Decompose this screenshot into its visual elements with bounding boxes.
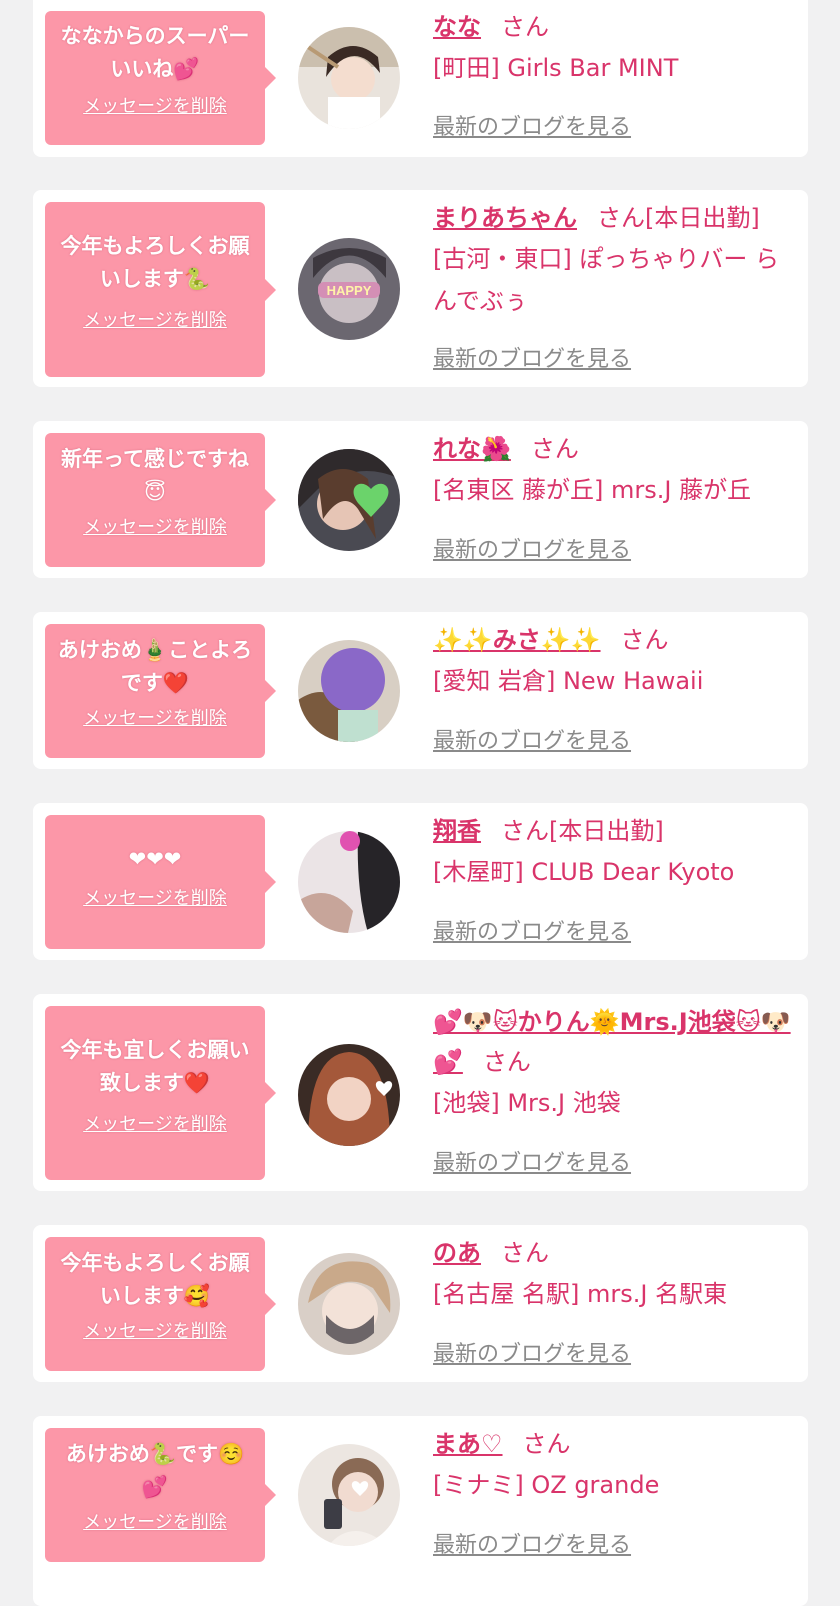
shop-name: [古河・東口] ぽっちゃりバー らんでぶぅ [433,245,779,315]
shop-name: [木屋町] CLUB Dear Kyoto [433,858,735,886]
shop-name: [名古屋 名駅] mrs.J 名駅東 [433,1280,728,1308]
avatar[interactable] [298,831,400,933]
delete-message-link[interactable]: メッセージを削除 [83,1508,227,1534]
girl-info: れな🌺 さん [名東区 藤が丘] mrs.J 藤が丘 [433,429,794,511]
delete-message-link[interactable]: メッセージを削除 [83,306,227,332]
avatar[interactable] [298,27,400,129]
message-bubble: 新年って感じですね😇 メッセージを削除 [45,433,276,567]
avatar[interactable] [298,640,400,742]
girl-name-link[interactable]: ✨✨みさ✨✨ [433,626,601,654]
message-bubble: あけおめ🐍です☺️💕 メッセージを削除 [45,1428,276,1562]
message-text: ななからのスーパーいいね💕 [60,24,250,81]
message-bubble: あけおめ🎍ことよろです❤️ メッセージを削除 [45,624,276,758]
girl-name-link[interactable]: なな [433,13,481,41]
girl-name-link[interactable]: れな🌺 [433,435,511,463]
message-card: 今年もよろしくお願いします🥰 メッセージを削除 のあ さん [名古屋 名駅] mr… [33,1225,808,1382]
avatar[interactable] [298,449,400,551]
shop-name: [ミナミ] OZ grande [433,1471,660,1499]
latest-blog-link[interactable]: 最新のブログを見る [433,109,631,141]
latest-blog-link[interactable]: 最新のブログを見る [433,723,631,755]
girl-info: ✨✨みさ✨✨ さん [愛知 岩倉] New Hawaii [433,620,794,702]
message-card: 今年もよろしくお願いします🐍 メッセージを削除 HAPPY まりあちゃん さん[本… [33,190,808,387]
shop-name: [町田] Girls Bar MINT [433,54,679,82]
name-line: まあ♡ さん [433,1424,794,1464]
latest-blog-link[interactable]: 最新のブログを見る [433,1527,631,1559]
latest-blog-link[interactable]: 最新のブログを見る [433,341,631,373]
message-text: あけおめ🐍です☺️💕 [65,1442,245,1499]
girl-info: 💕🐶🐱かりん🌞Mrs.J池袋🐱🐶💕 さん [池袋] Mrs.J 池袋 [433,1002,794,1124]
shop-name: [池袋] Mrs.J 池袋 [433,1089,621,1117]
avatar[interactable] [298,1253,400,1355]
message-bubble: 今年もよろしくお願いします🐍 メッセージを削除 [45,202,276,377]
honorific: さん [501,13,549,41]
shop-name: [愛知 岩倉] New Hawaii [433,667,704,695]
message-bubble: ななからのスーパーいいね💕 メッセージを削除 [45,11,276,145]
girl-name-link[interactable]: のあ [433,1239,481,1267]
girl-info: のあ さん [名古屋 名駅] mrs.J 名駅東 [433,1233,794,1315]
honorific: さん[本日出勤] [501,817,664,845]
delete-message-link[interactable]: メッセージを削除 [83,704,227,730]
avatar[interactable] [298,1044,400,1146]
honorific: さん [530,435,579,463]
name-line: のあ さん [433,1233,794,1273]
shop-name: [名東区 藤が丘] mrs.J 藤が丘 [433,476,752,504]
girl-info: まりあちゃん さん[本日出勤] [古河・東口] ぽっちゃりバー らんでぶぅ [433,198,794,322]
message-text: 今年もよろしくお願いします🥰 [60,1251,250,1308]
message-text: あけおめ🎍ことよろです❤️ [57,638,253,695]
honorific: さん [522,1430,571,1458]
message-text: 今年も宜しくお願い致します❤️ [60,1038,250,1095]
honorific: さん[本日出勤] [597,204,760,232]
girl-info: 翔香 さん[本日出勤] [木屋町] CLUB Dear Kyoto [433,811,794,893]
latest-blog-link[interactable]: 最新のブログを見る [433,1145,631,1177]
name-line: なな さん [433,7,794,47]
girl-name-link[interactable]: まあ♡ [433,1430,503,1458]
name-line: 💕🐶🐱かりん🌞Mrs.J池袋🐱🐶💕 さん [433,1002,794,1082]
girl-info: まあ♡ さん [ミナミ] OZ grande [433,1424,794,1506]
girl-name-link[interactable]: まりあちゃん [433,204,577,232]
message-list: ななからのスーパーいいね💕 メッセージを削除 なな さん [町田] Girls B… [0,0,840,1606]
latest-blog-link[interactable]: 最新のブログを見る [433,914,631,946]
delete-message-link[interactable]: メッセージを削除 [83,884,227,910]
message-card: あけおめ🐍です☺️💕 メッセージを削除 まあ♡ さん [ミナミ] OZ grand… [33,1416,808,1606]
message-card: 今年も宜しくお願い致します❤️ メッセージを削除 💕🐶🐱かりん🌞Mrs.J池袋🐱… [33,994,808,1191]
message-card: ❤❤❤ メッセージを削除 翔香 さん[本日出勤] [木屋町] CLUB Dear … [33,803,808,960]
svg-text:HAPPY: HAPPY [327,283,372,298]
honorific: さん [482,1048,531,1076]
message-text: ❤❤❤ [128,847,182,871]
girl-info: なな さん [町田] Girls Bar MINT [433,7,794,89]
name-line: まりあちゃん さん[本日出勤] [433,198,794,238]
message-text: 今年もよろしくお願いします🐍 [60,234,250,291]
message-card: 新年って感じですね😇 メッセージを削除 れな🌺 さん [名東区 藤が丘] mrs.… [33,421,808,578]
name-line: 翔香 さん[本日出勤] [433,811,794,851]
message-bubble: ❤❤❤ メッセージを削除 [45,815,276,949]
avatar[interactable] [298,1444,400,1546]
message-card: あけおめ🎍ことよろです❤️ メッセージを削除 ✨✨みさ✨✨ さん [愛知 岩倉] … [33,612,808,769]
avatar[interactable]: HAPPY [298,238,400,340]
latest-blog-link[interactable]: 最新のブログを見る [433,532,631,564]
message-text: 新年って感じですね😇 [61,447,249,504]
honorific: さん [620,626,669,654]
name-line: ✨✨みさ✨✨ さん [433,620,794,660]
message-card: ななからのスーパーいいね💕 メッセージを削除 なな さん [町田] Girls B… [33,0,808,157]
delete-message-link[interactable]: メッセージを削除 [83,1110,227,1136]
latest-blog-link[interactable]: 最新のブログを見る [433,1336,631,1368]
delete-message-link[interactable]: メッセージを削除 [83,1317,227,1343]
name-line: れな🌺 さん [433,429,794,469]
delete-message-link[interactable]: メッセージを削除 [83,513,227,539]
girl-name-link[interactable]: 翔香 [433,817,481,845]
message-bubble: 今年もよろしくお願いします🥰 メッセージを削除 [45,1237,276,1371]
message-bubble: 今年も宜しくお願い致します❤️ メッセージを削除 [45,1006,276,1180]
honorific: さん [501,1239,549,1267]
delete-message-link[interactable]: メッセージを削除 [83,92,227,118]
